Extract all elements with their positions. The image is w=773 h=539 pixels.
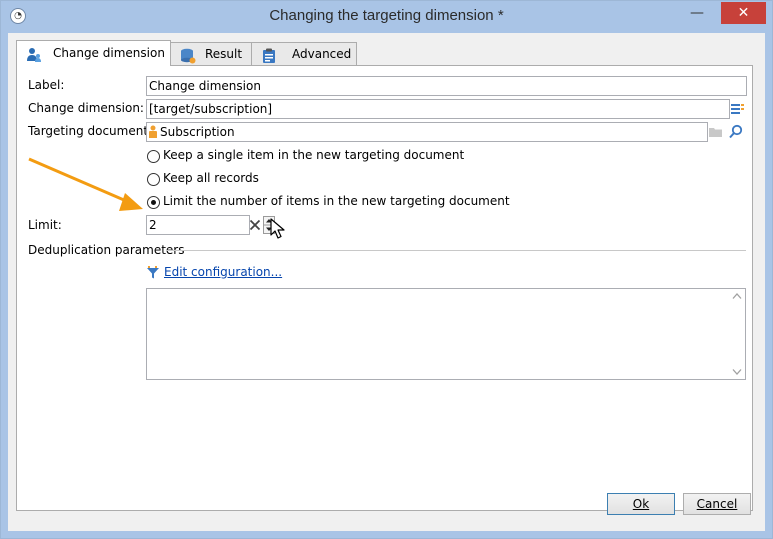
clear-icon[interactable] [249, 218, 261, 232]
tab-panel-change-dimension: Label: Change dimension Change dimension… [16, 65, 753, 511]
limit-input[interactable]: 2 [146, 215, 250, 235]
close-button[interactable]: ✕ [721, 2, 766, 24]
tab-label: Advanced [292, 47, 352, 61]
cancel-button[interactable]: Cancel [683, 493, 751, 515]
tab-change-dimension[interactable]: Change dimension [16, 40, 171, 66]
clipboard-icon [263, 48, 275, 63]
targeting-document-label: Targeting document: [28, 124, 153, 138]
scroll-up-icon[interactable] [732, 292, 742, 300]
option-label: Keep all records [163, 171, 259, 185]
window-title: Changing the targeting dimension * [269, 7, 504, 24]
ok-button[interactable]: Ok [607, 493, 675, 515]
option-label: Keep a single item in the new targeting … [163, 148, 465, 162]
mouse-cursor-icon [270, 218, 285, 239]
tab-label: Change dimension [53, 46, 165, 60]
tab-result[interactable]: Result [170, 42, 252, 65]
option-label: Limit the number of items in the new tar… [163, 194, 510, 208]
ok-button-label: Ok [632, 497, 650, 511]
targeting-document-input[interactable]: Subscription [146, 122, 708, 142]
tab-label: Result [205, 47, 243, 61]
label-input[interactable]: Change dimension [146, 76, 747, 96]
change-dimension-input[interactable]: [target/subscription] [146, 99, 730, 119]
database-gear-icon [181, 48, 196, 64]
label-field-label: Label: [28, 78, 65, 92]
folder-icon[interactable] [708, 124, 724, 140]
minimize-button[interactable]: — [683, 2, 711, 24]
vertical-scrollbar[interactable] [729, 289, 745, 379]
dialog-window: ◔ Changing the targeting dimension * — ✕… [0, 0, 773, 539]
section-divider [166, 250, 746, 251]
edit-configuration-link[interactable]: Edit configuration... [164, 265, 282, 279]
tab-advanced[interactable]: Advanced [251, 42, 357, 65]
annotation-arrow-icon [28, 157, 143, 211]
list-edit-icon[interactable] [730, 101, 746, 117]
search-icon[interactable] [728, 124, 744, 140]
dialog-client: Change dimension Result Advanced Label: … [8, 33, 765, 531]
user-dimension-icon [27, 48, 41, 62]
deduplication-parameters-label: Deduplication parameters [28, 243, 185, 257]
scroll-down-icon[interactable] [732, 368, 742, 376]
deduplication-text-area[interactable] [146, 288, 746, 380]
cancel-button-label: Cancel [696, 497, 738, 511]
title-bar[interactable]: ◔ Changing the targeting dimension * — ✕ [1, 1, 772, 33]
person-icon [149, 125, 157, 138]
change-dimension-label: Change dimension: [28, 101, 144, 115]
filter-icon [147, 266, 159, 279]
targeting-document-value: Subscription [160, 125, 235, 139]
